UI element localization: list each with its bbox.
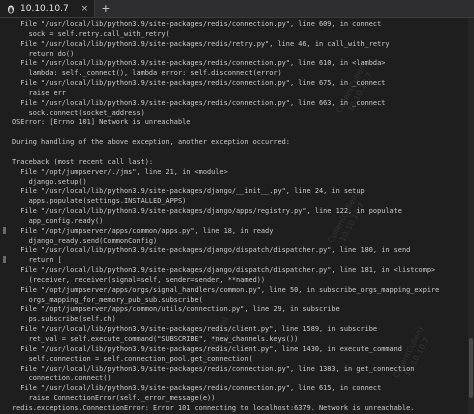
terminal-line: File "/opt/jumpserver/apps/common/apps.p… bbox=[12, 226, 274, 235]
terminal-line: ps.subscribe(self.ch) bbox=[12, 315, 116, 324]
terminal-line: app_config.ready() bbox=[12, 216, 104, 225]
close-icon[interactable]: × bbox=[81, 4, 89, 14]
terminal-line: File "/usr/local/lib/python3.9/site-pack… bbox=[12, 98, 386, 107]
tab-session[interactable]: 10.10.10.7 × bbox=[0, 0, 96, 17]
terminal-line: File "/usr/local/lib/python3.9/site-pack… bbox=[12, 344, 402, 353]
scrollbar-thumb[interactable] bbox=[469, 338, 473, 398]
terminal-line: File "/usr/local/lib/python3.9/site-pack… bbox=[12, 266, 436, 275]
tab-bar: 10.10.10.7 × + bbox=[0, 0, 474, 18]
terminal-line: File "/usr/local/lib/python3.9/site-pack… bbox=[12, 325, 378, 334]
linux-icon bbox=[8, 5, 14, 13]
terminal-line: File "/opt/jumpserver/./jms", line 21, i… bbox=[12, 167, 228, 176]
scrollbar[interactable] bbox=[468, 18, 474, 414]
terminal-line: apps.populate(settings.INSTALLED_APPS) bbox=[12, 197, 187, 206]
terminal-line: sock.connect(socket_address) bbox=[12, 108, 145, 117]
terminal-line: File "/usr/local/lib/python3.9/site-pack… bbox=[12, 246, 411, 255]
terminal-line: django.setup() bbox=[12, 177, 87, 186]
terminal-output[interactable]: File "/usr/local/lib/python3.9/site-pack… bbox=[0, 18, 474, 414]
terminal-line: raise ConnectionError(self._error_messag… bbox=[12, 394, 216, 403]
terminal-line: File "/usr/local/lib/python3.9/site-pack… bbox=[12, 187, 365, 196]
terminal-line: sock = self.retry.call_with_retry( bbox=[12, 29, 170, 38]
terminal-line: redis.exceptions.ConnectionError: Error … bbox=[12, 403, 415, 412]
terminal-line: File "/usr/local/lib/python3.9/site-pack… bbox=[12, 79, 386, 88]
line-marker bbox=[3, 227, 6, 234]
terminal-line: (receiver, receiver(signal=self, sender=… bbox=[12, 275, 266, 284]
terminal-line: OSError: [Errno 101] Network is unreacha… bbox=[12, 118, 191, 127]
terminal-line: ret_val = self.execute_command("SUBSCRIB… bbox=[12, 335, 299, 343]
terminal-window: 10.10.10.7 × + File "/usr/local/lib/pyth… bbox=[0, 0, 474, 414]
terminal-line: File "/usr/local/lib/python3.9/site-pack… bbox=[12, 39, 390, 48]
terminal-line: return do() bbox=[12, 49, 75, 58]
terminal-line: During handling of the above exception, … bbox=[12, 138, 290, 147]
terminal-line: django_ready.send(CommonConfig) bbox=[12, 236, 158, 245]
line-marker bbox=[3, 256, 6, 263]
terminal-line: self.connection = self.connection_pool.g… bbox=[12, 354, 253, 363]
terminal-line: File "/usr/local/lib/python3.9/site-pack… bbox=[12, 207, 402, 216]
terminal-line: connection.connect() bbox=[12, 374, 112, 383]
terminal-line: File "/opt/jumpserver/apps/common/utils/… bbox=[12, 305, 340, 314]
terminal-line: File "/usr/local/lib/python3.9/site-pack… bbox=[12, 384, 382, 393]
terminal-line: return [ bbox=[12, 256, 62, 265]
terminal-line: File "/opt/jumpserver/apps/orgs/signal_h… bbox=[12, 285, 440, 294]
terminal-line: File "/usr/local/lib/python3.9/site-pack… bbox=[12, 59, 386, 68]
new-tab-button[interactable]: + bbox=[95, 2, 116, 15]
terminal-line: orgs_mapping_for_memory_pub_sub.subscrib… bbox=[12, 295, 203, 304]
terminal-line: lambda: self._connect(), lambda error: s… bbox=[12, 69, 282, 78]
terminal-line: File "/usr/local/lib/python3.9/site-pack… bbox=[12, 364, 415, 373]
terminal-line: raise err bbox=[12, 88, 66, 97]
terminal-line: File "/usr/local/lib/python3.9/site-pack… bbox=[12, 20, 382, 28]
terminal-line: Traceback (most recent call last): bbox=[12, 157, 154, 166]
tab-title: 10.10.10.7 bbox=[20, 3, 69, 14]
